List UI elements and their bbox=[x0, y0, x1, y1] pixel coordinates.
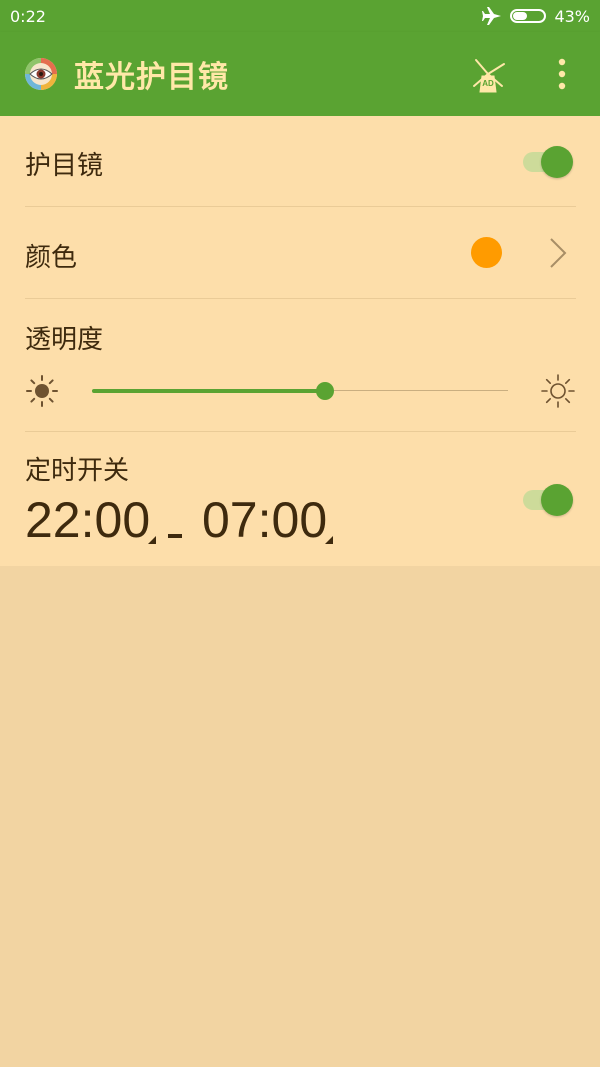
battery-fill bbox=[513, 12, 528, 20]
status-bar: 0:22 43% bbox=[0, 0, 600, 32]
color-swatch[interactable] bbox=[471, 237, 502, 268]
slider-fill bbox=[92, 389, 325, 393]
eye-protection-toggle[interactable] bbox=[523, 142, 575, 182]
app-bar: 蓝光护目镜 AD bbox=[0, 32, 600, 116]
battery-icon bbox=[510, 9, 547, 23]
battery-percent: 43% bbox=[554, 6, 590, 26]
eye-logo-icon bbox=[25, 58, 57, 90]
color-row[interactable]: 颜色 bbox=[25, 207, 576, 299]
timer-row: 定时开关 22:00 07:00 bbox=[25, 432, 576, 566]
status-time: 0:22 bbox=[10, 6, 46, 26]
airplane-icon bbox=[482, 7, 502, 25]
opacity-row: 透明度 bbox=[25, 299, 576, 432]
chevron-right-icon bbox=[550, 238, 567, 268]
opacity-slider[interactable] bbox=[92, 375, 508, 407]
status-icons: 43% bbox=[482, 7, 590, 26]
opacity-label: 透明度 bbox=[25, 325, 104, 355]
app-title: 蓝光护目镜 bbox=[74, 60, 229, 95]
sun-dim-icon bbox=[26, 375, 58, 407]
timer-toggle[interactable] bbox=[523, 480, 575, 520]
timer-label: 定时开关 bbox=[25, 456, 130, 486]
slider-knob[interactable] bbox=[315, 382, 334, 400]
settings-panel: 护目镜 颜色 透明度 定时开关 22:00 07:00 bbox=[0, 116, 600, 566]
windmill-ad-icon[interactable]: AD bbox=[466, 52, 510, 96]
timer-separator bbox=[168, 534, 182, 538]
sun-bright-icon bbox=[541, 374, 575, 408]
color-label: 颜色 bbox=[25, 243, 78, 273]
timer-end-time[interactable]: 07:00 bbox=[202, 490, 327, 550]
more-vert-icon[interactable] bbox=[546, 54, 578, 94]
eye-protection-label: 护目镜 bbox=[25, 151, 104, 181]
timer-end-dropdown-indicator bbox=[325, 536, 333, 544]
timer-start-dropdown-indicator bbox=[148, 536, 156, 544]
ad-label: AD bbox=[482, 79, 494, 88]
eye-protection-row[interactable]: 护目镜 bbox=[25, 116, 576, 207]
toggle-thumb bbox=[541, 484, 573, 516]
timer-start-time[interactable]: 22:00 bbox=[25, 490, 150, 550]
toggle-thumb bbox=[541, 146, 573, 178]
